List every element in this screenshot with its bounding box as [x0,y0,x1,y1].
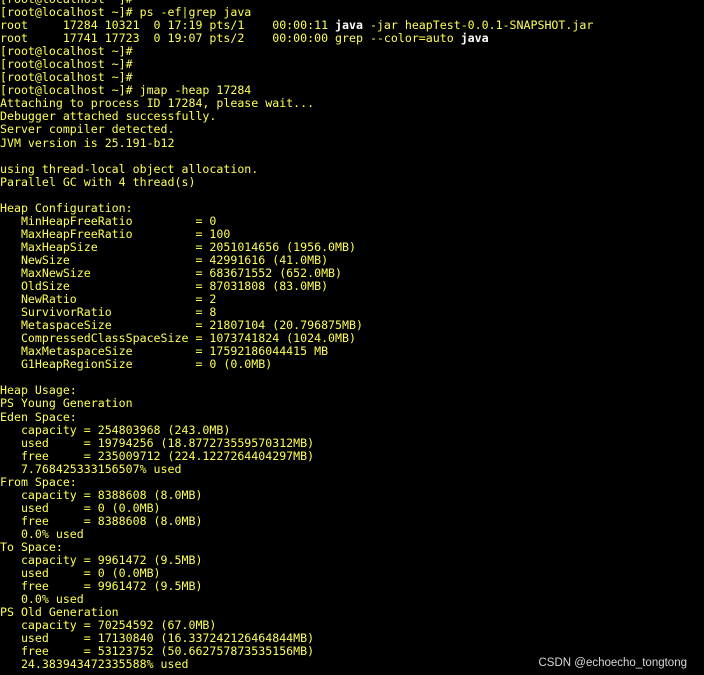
terminal-line: CompressedClassSpaceSize = 1073741824 (1… [0,332,356,346]
terminal-line: [root@localhost ~]# [0,71,133,85]
terminal-line: free = 8388608 (8.0MB) [0,514,203,528]
terminal-line: From Space: [0,475,77,489]
terminal-line: used = 0 (0.0MB) [0,501,161,515]
terminal-window[interactable]: [root@localhost ~]# [root@localhost ~]# p… [0,0,704,675]
terminal-line: free = 9961472 (9.5MB) [0,580,203,594]
terminal-line: root 17284 10321 0 17:19 pts/1 00:00:11 … [0,19,594,33]
terminal-line: MaxMetaspaceSize = 17592186044415 MB [0,345,329,359]
terminal-line: SurvivorRatio = 8 [0,306,217,320]
terminal-line: 0.0% used [0,527,84,541]
terminal-line: Eden Space: [0,410,77,424]
terminal-line: 0.0% used [0,593,84,607]
terminal-line: MinHeapFreeRatio = 0 [0,214,217,228]
terminal-line: capacity = 254803968 (243.0MB) [0,423,231,437]
terminal-line: [root@localhost ~]# [0,45,133,59]
terminal-line: capacity = 70254592 (67.0MB) [0,619,217,633]
terminal-line: using thread-local object allocation. [0,162,259,176]
terminal-line: used = 17130840 (16.337242126464844MB) [0,632,315,646]
terminal-line: G1HeapRegionSize = 0 (0.0MB) [0,358,273,372]
csdn-watermark: CSDN @echoecho_tongtong [538,657,688,669]
terminal-line: To Space: [0,540,63,554]
terminal-line: NewSize = 42991616 (41.0MB) [0,253,329,267]
terminal-line: Parallel GC with 4 thread(s) [0,175,196,189]
terminal-line: root 17741 17723 0 19:07 pts/2 00:00:00 … [0,32,489,46]
terminal-line: [root@localhost ~]# [0,58,133,72]
terminal-line: capacity = 8388608 (8.0MB) [0,488,203,502]
highlighted-match: java [460,32,489,46]
terminal-line: MaxNewSize = 683671552 (652.0MB) [0,266,343,280]
terminal-line: Heap Usage: [0,384,77,398]
terminal-line: PS Old Generation [0,606,119,620]
terminal-line: Server compiler detected. [0,123,175,137]
terminal-line: MetaspaceSize = 21807104 (20.796875MB) [0,319,363,333]
terminal-line: Debugger attached successfully. [0,110,217,124]
terminal-line: NewRatio = 2 [0,293,217,307]
terminal-line: used = 0 (0.0MB) [0,567,161,581]
terminal-line: JVM version is 25.191-b12 [0,136,175,150]
terminal-line: [root@localhost ~]# jmap -heap 17284 [0,84,252,98]
terminal-line: Heap Configuration: [0,201,133,215]
terminal-line: [root@localhost ~]# ps -ef|grep java [0,6,252,20]
highlighted-match: java [335,19,363,33]
terminal-line: MaxHeapSize = 2051014656 (1956.0MB) [0,240,356,254]
terminal-line: free = 235009712 (224.1227264404297MB) [0,449,315,463]
terminal-line: used = 19794256 (18.877273559570312MB) [0,436,315,450]
terminal-line: MaxHeapFreeRatio = 100 [0,227,231,241]
terminal-line: OldSize = 87031808 (83.0MB) [0,280,329,294]
terminal-line: 7.768425333156507% used [0,462,182,476]
terminal-line: PS Young Generation [0,397,133,411]
terminal-line: capacity = 9961472 (9.5MB) [0,554,203,568]
terminal-line: Attaching to process ID 17284, please wa… [0,97,315,111]
